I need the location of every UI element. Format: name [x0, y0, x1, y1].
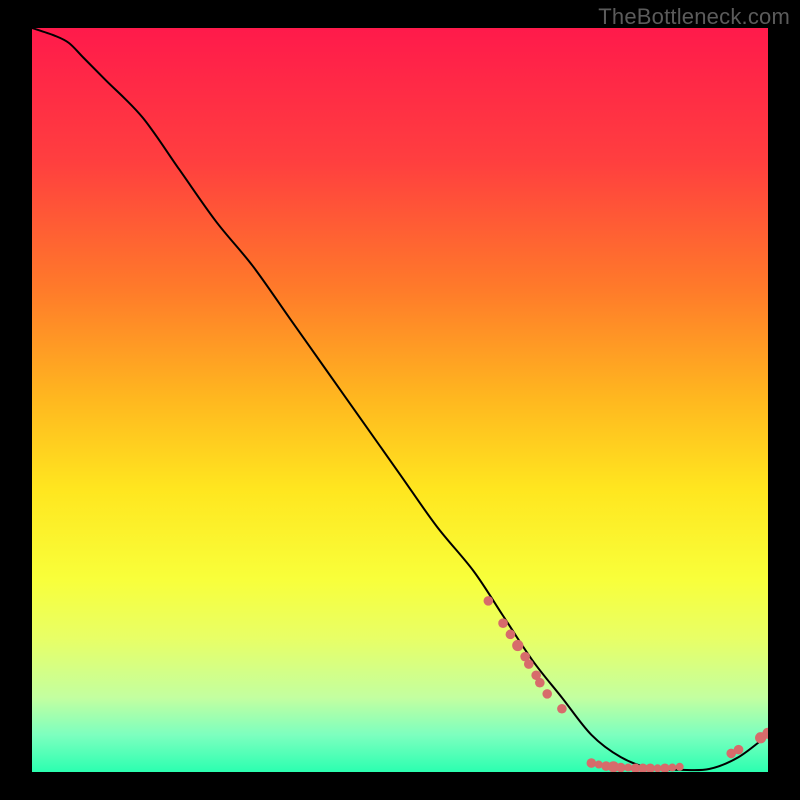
chart-svg — [32, 28, 768, 772]
chart-frame: TheBottleneck.com — [0, 0, 800, 800]
data-marker — [616, 763, 626, 772]
data-marker — [587, 758, 597, 768]
data-marker — [542, 689, 552, 699]
plot-area — [32, 28, 768, 772]
data-marker — [535, 678, 545, 688]
watermark-label: TheBottleneck.com — [598, 4, 790, 30]
gradient-background — [32, 28, 768, 772]
data-marker — [512, 640, 523, 651]
data-marker — [524, 659, 534, 669]
data-marker — [734, 745, 744, 755]
data-marker — [557, 704, 567, 714]
data-marker — [498, 618, 508, 628]
data-marker — [676, 763, 684, 771]
data-marker — [668, 764, 676, 772]
data-marker — [484, 596, 494, 606]
data-marker — [506, 630, 516, 640]
